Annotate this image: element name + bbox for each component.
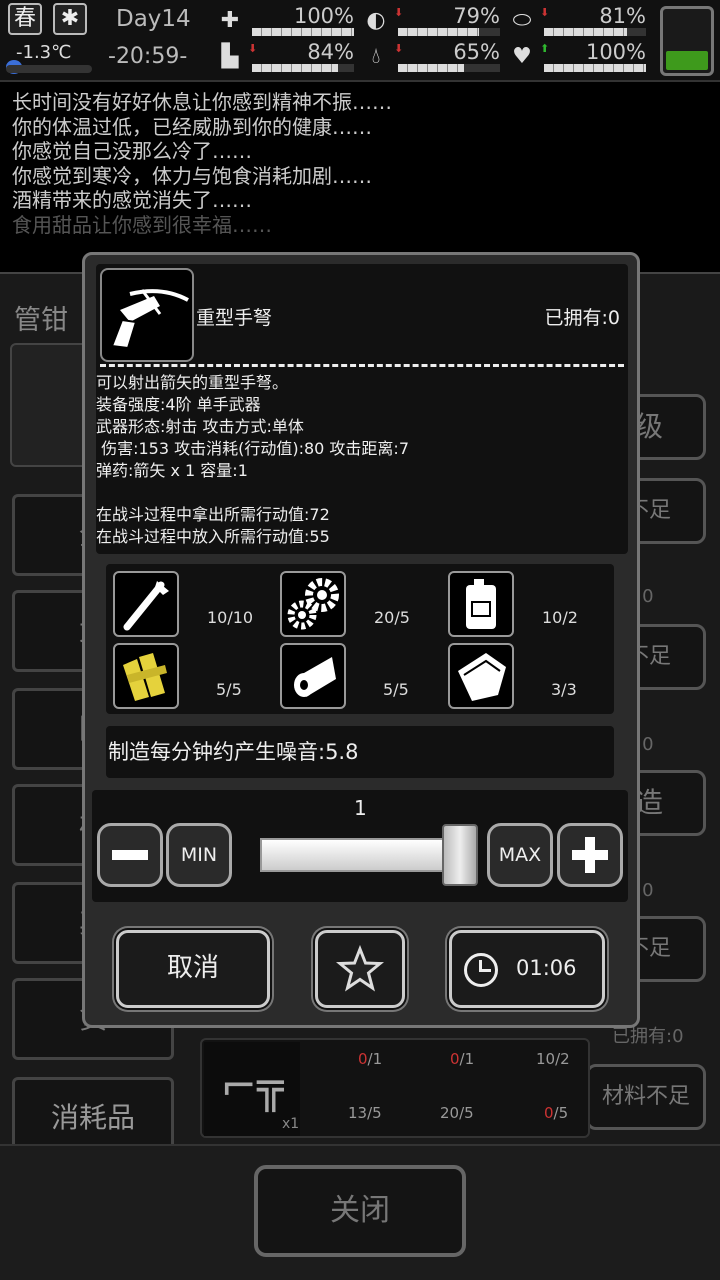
- material-count: 5/5: [383, 680, 409, 699]
- arrow-down-icon: ⬇: [394, 6, 404, 19]
- item-description: 可以射出箭矢的重型手弩。 装备强度:4阶 单手武器 武器形态:射击 攻击方式:单…: [96, 372, 626, 548]
- stat-value: 84%: [307, 40, 354, 64]
- material-count: 13/5: [348, 1104, 382, 1122]
- close-button[interactable]: 关闭: [254, 1165, 466, 1257]
- recipe-row[interactable]: ⌐╦ x1: [200, 1038, 590, 1138]
- quantity-value: 1: [354, 796, 367, 820]
- wood-planks-icon: [113, 643, 179, 709]
- temperature-bar: [6, 65, 92, 73]
- material-count: 10/2: [536, 1050, 570, 1068]
- stat-value: 100%: [585, 40, 646, 64]
- arrow-down-icon: ⬇: [394, 42, 404, 55]
- desc-line: 伤害:153 攻击消耗(行动值):80 攻击距离:7: [96, 439, 409, 458]
- stat-bar: [252, 28, 354, 36]
- desc-line: 武器形态:射击 攻击方式:单体: [96, 417, 304, 436]
- desc-line: 在战斗过程中放入所需行动值:55: [96, 527, 330, 546]
- day-counter: Day14: [116, 6, 191, 32]
- water-drop-icon: 💧︎: [371, 44, 381, 69]
- stat-value: 79%: [453, 4, 500, 28]
- clock-icon: [464, 953, 498, 987]
- decrease-button[interactable]: [97, 823, 163, 887]
- stat-bar: [544, 28, 646, 36]
- log-line: 食用甜品让你感到很幸福……: [12, 212, 272, 237]
- desc-line: 弹药:箭矢 x 1 容量:1: [96, 461, 248, 480]
- material-count: 0/1: [358, 1050, 383, 1068]
- material-count: 0/5: [544, 1104, 569, 1122]
- increase-button[interactable]: [557, 823, 623, 887]
- divider: [100, 364, 624, 367]
- leather-icon: [448, 643, 514, 709]
- recipe-qty: x1: [282, 1116, 300, 1132]
- owned-count: 已拥有:0: [544, 307, 621, 329]
- status-bar: 春 ✱ -1.3℃ Day14 -20:59- ✚ 100% ◐ ⬇ 79% ⬭…: [0, 0, 720, 82]
- stat-sanity[interactable]: ⬭ ⬇ 81%: [506, 4, 646, 38]
- material-count: 20/5: [374, 608, 410, 627]
- desc-line: 装备强度:4阶 单手武器: [96, 395, 261, 414]
- stat-hunger[interactable]: ◐ ⬇ 79%: [360, 4, 500, 38]
- cancel-button[interactable]: 取消: [116, 930, 270, 1008]
- plus-icon: [572, 837, 608, 873]
- log-line: 你感觉自己没那么冷了……: [12, 139, 252, 163]
- stat-bar: [398, 64, 500, 72]
- item-name: 重型手弩: [196, 307, 273, 329]
- material-count: 10/10: [207, 608, 254, 627]
- log-line: 酒精带来的感觉消失了……: [12, 188, 252, 212]
- stat-value: 100%: [293, 4, 354, 28]
- arrow-down-icon: ⬇: [248, 42, 258, 55]
- heart-icon: ♥: [512, 44, 532, 69]
- crossbow-icon: [100, 268, 194, 362]
- stomach-icon: ◐: [366, 8, 386, 33]
- arrow-down-icon: ⬇: [540, 6, 550, 19]
- log-line: 你感觉到寒冷，体力与饱食消耗加剧……: [12, 163, 372, 188]
- material-count: 5/5: [216, 680, 242, 699]
- stat-thirst[interactable]: 💧︎ ⬇ 65%: [360, 40, 500, 74]
- pipe-wrench-icon: [113, 571, 179, 637]
- pill-icon: ⬭: [512, 8, 532, 33]
- craft-start-button[interactable]: 01:06: [449, 930, 605, 1008]
- stat-bar: [398, 28, 500, 36]
- panel-title: 管钳: [14, 305, 68, 336]
- log-line: 你的体温过低，已经威胁到你的健康……: [12, 114, 372, 139]
- stat-mood[interactable]: ♥ ⬆ 100%: [506, 40, 646, 74]
- material-count: 20/5: [440, 1104, 474, 1122]
- craft-time: 01:06: [516, 956, 577, 980]
- stat-value: 81%: [599, 4, 646, 28]
- desc-line: 在战斗过程中拿出所需行动值:72: [96, 505, 330, 524]
- minus-icon: [112, 850, 148, 860]
- star-icon: [335, 944, 385, 992]
- quantity-slider[interactable]: [260, 838, 454, 872]
- game-clock: -20:59-: [108, 44, 188, 69]
- desc-line: 可以射出箭矢的重型手弩。: [96, 373, 289, 392]
- stat-health[interactable]: ✚ 100%: [214, 4, 354, 38]
- material-count: 3/3: [551, 680, 577, 699]
- desc-line: [96, 482, 626, 504]
- max-button[interactable]: MAX: [487, 823, 553, 887]
- season-indicator[interactable]: 春: [8, 3, 42, 35]
- log-line: 长时间没有好好休息让你感到精神不振……: [12, 90, 392, 114]
- stat-bar: [544, 64, 646, 72]
- noise-info: 制造每分钟约产生噪音:5.8: [106, 726, 614, 778]
- cloth-roll-icon: [280, 643, 346, 709]
- message-log[interactable]: 长时间没有好好休息让你感到精神不振…… 你的体温过低，已经威胁到你的健康…… 你…: [12, 90, 702, 266]
- fuel-can-icon: [448, 571, 514, 637]
- medkit-icon: ✚: [220, 8, 240, 33]
- material-count: 10/2: [542, 608, 578, 627]
- arrow-up-icon: ⬆: [540, 42, 550, 55]
- stat-stamina[interactable]: ▙ ⬇ 84%: [214, 40, 354, 74]
- boot-icon: ▙: [221, 44, 239, 69]
- battery-icon[interactable]: [660, 6, 714, 76]
- min-button[interactable]: MIN: [166, 823, 232, 887]
- stat-bar: [252, 64, 354, 72]
- insufficient-materials-button[interactable]: 材料不足: [586, 1064, 706, 1130]
- favorite-button[interactable]: [315, 930, 405, 1008]
- stat-value: 65%: [453, 40, 500, 64]
- snowflake-icon[interactable]: ✱: [53, 3, 87, 35]
- gears-icon: [280, 571, 346, 637]
- temperature: -1.3℃: [16, 42, 72, 63]
- materials-panel: [106, 564, 614, 714]
- material-count: 0/1: [450, 1050, 475, 1068]
- slider-handle[interactable]: [442, 824, 478, 886]
